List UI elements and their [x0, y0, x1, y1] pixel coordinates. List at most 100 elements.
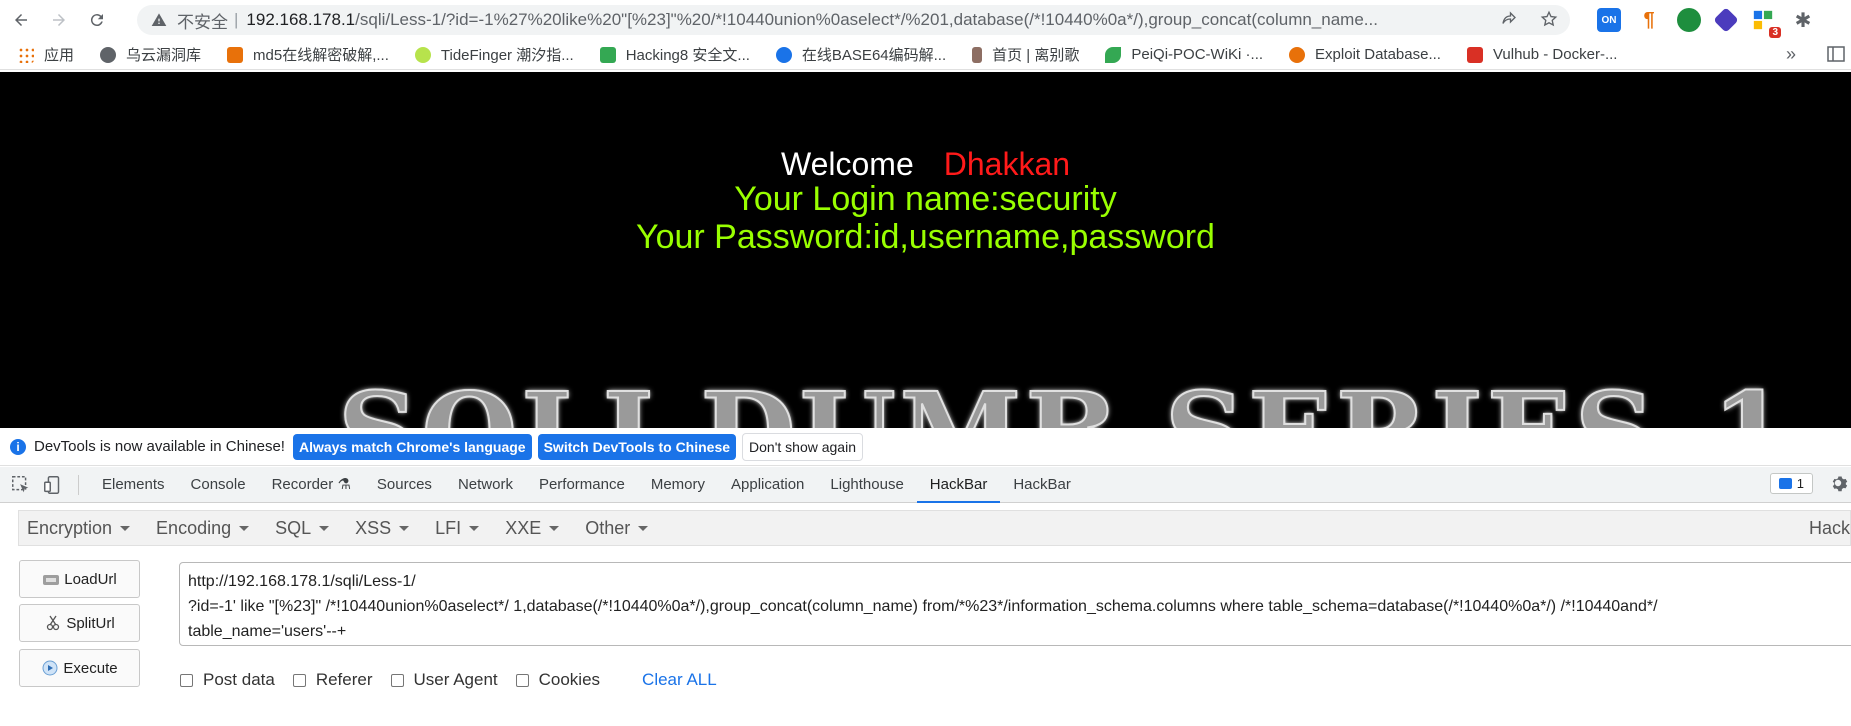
share-icon[interactable] — [1500, 10, 1518, 28]
extension-badge: 3 — [1769, 27, 1781, 38]
bookmark-label: TideFinger 潮汐指... — [440, 47, 574, 64]
user-agent-option[interactable]: User Agent — [390, 670, 498, 690]
dont-show-again-button[interactable]: Don't show again — [742, 432, 863, 461]
post-data-checkbox[interactable] — [180, 673, 193, 687]
star-icon[interactable] — [1540, 10, 1558, 28]
menu-xxe[interactable]: XXE — [505, 518, 560, 539]
hacking8-site-icon — [599, 46, 616, 63]
post-data-option[interactable]: Post data — [180, 670, 275, 690]
url-line: http://192.168.178.1/sqli/Less-1/ — [188, 573, 416, 590]
more-bookmarks-chevron-icon[interactable]: » — [1786, 44, 1796, 65]
omnibox[interactable]: 不安全 | 192.168.178.1/sqli/Less-1/?id=-1%2… — [137, 5, 1570, 35]
url-path: /sqli/Less-1/?id=-1%27%20like%20"[%23]"%… — [355, 10, 1378, 29]
execute-label: Execute — [63, 659, 118, 677]
url-textarea[interactable]: http://192.168.178.1/sqli/Less-1/ ?id=-1… — [179, 562, 1851, 646]
issues-counter[interactable]: 1 — [1769, 472, 1813, 494]
referer-checkbox[interactable] — [292, 673, 306, 687]
purple-diamond-extension-icon[interactable] — [1713, 7, 1739, 33]
menu-other[interactable]: Other — [585, 518, 649, 539]
reload-button[interactable] — [80, 3, 114, 37]
menu-label: LFI — [435, 517, 462, 538]
bookmark-item[interactable]: 乌云漏洞库 — [100, 44, 201, 65]
reading-list-icon[interactable] — [1827, 46, 1845, 62]
welcome-line: Welcome Dhakkan — [0, 146, 1851, 183]
device-toolbar-icon[interactable] — [42, 474, 64, 496]
menu-label: XSS — [355, 517, 392, 538]
menu-label: Encryption — [27, 517, 113, 538]
tab-lighthouse[interactable]: Lighthouse — [817, 467, 916, 503]
execute-button[interactable]: Execute — [19, 649, 140, 687]
tab-application[interactable]: Application — [718, 467, 817, 503]
info-icon: i — [10, 438, 26, 455]
bookmarks-bar: 应用 乌云漏洞库 md5在线解密破解,... TideFinger 潮汐指...… — [0, 40, 1851, 70]
bookmark-label: 在线BASE64编码解... — [801, 47, 947, 64]
tab-memory[interactable]: Memory — [638, 467, 718, 503]
bookmark-item[interactable]: Vulhub - Docker-... — [1466, 46, 1617, 63]
cookies-checkbox[interactable] — [515, 673, 529, 687]
password-text: Your Password:id,username,password — [636, 218, 1215, 256]
tab-recorder-label: Recorder — [271, 475, 334, 493]
tab-network[interactable]: Network — [445, 467, 526, 503]
play-icon — [42, 660, 58, 676]
menu-xss[interactable]: XSS — [355, 517, 410, 539]
bookmark-label: 应用 — [44, 47, 75, 64]
message-icon — [1778, 477, 1792, 489]
exploit-db-icon — [1289, 46, 1306, 63]
tab-recorder[interactable]: Recorder ⚗ — [259, 467, 364, 503]
user-agent-checkbox[interactable] — [390, 673, 404, 687]
bookmark-item[interactable]: 在线BASE64编码解... — [775, 44, 947, 65]
blocks-extension-icon[interactable]: 3 — [1751, 8, 1781, 38]
scissors-icon — [47, 615, 60, 631]
bookmark-item[interactable]: PeiQi-POC-WiKi ·... — [1105, 46, 1263, 63]
menu-hack-truncated[interactable]: Hack — [1809, 518, 1850, 539]
url-line: ?id=-1' like "[%23]" /*!10440union%0asel… — [188, 598, 1658, 615]
menu-encryption[interactable]: Encryption — [27, 517, 131, 539]
url-text[interactable]: 192.168.178.1/sqli/Less-1/?id=-1%27%20li… — [246, 10, 1546, 30]
bookmark-item[interactable]: Exploit Database... — [1289, 46, 1441, 63]
back-button[interactable] — [4, 3, 38, 37]
forward-button[interactable] — [42, 3, 76, 37]
toolbar-divider — [78, 474, 79, 495]
gear-icon[interactable] — [1827, 472, 1849, 494]
green-globe-extension-icon[interactable] — [1677, 8, 1701, 32]
caret-down-icon — [469, 525, 480, 531]
menu-label: SQL — [275, 517, 312, 538]
bookmark-item[interactable]: 首页 | 离别歌 — [972, 44, 1079, 65]
inspect-element-icon[interactable] — [10, 474, 32, 496]
menu-label: Encoding — [156, 517, 232, 538]
plant-site-icon — [972, 46, 983, 63]
security-indicator[interactable]: 不安全 — [151, 8, 228, 33]
flask-icon: ⚗ — [337, 475, 351, 493]
bookmark-apps[interactable]: 应用 — [18, 44, 74, 65]
option-label: User Agent — [413, 670, 498, 689]
split-url-button[interactable]: SplitUrl — [19, 604, 140, 642]
pilcrow-extension-icon[interactable]: ¶ — [1637, 8, 1661, 32]
tab-console[interactable]: Console — [178, 467, 259, 503]
tab-hackbar-active[interactable]: HackBar — [916, 467, 1001, 503]
tab-performance[interactable]: Performance — [526, 467, 638, 503]
warning-icon — [151, 13, 167, 26]
switch-devtools-chinese-button[interactable]: Switch DevTools to Chinese — [537, 433, 737, 460]
sqli-dumb-series-banner: SQLI DUMB SERIES-1 — [337, 367, 1792, 428]
menu-lfi[interactable]: LFI — [435, 517, 480, 539]
menu-sql[interactable]: SQL — [275, 517, 330, 539]
arrow-right-icon — [53, 14, 65, 26]
cookies-option[interactable]: Cookies — [515, 670, 600, 690]
clear-all-link[interactable]: Clear ALL — [642, 670, 717, 690]
tab-elements[interactable]: Elements — [89, 467, 178, 503]
always-match-language-button[interactable]: Always match Chrome's language — [292, 433, 532, 460]
menu-encoding[interactable]: Encoding — [156, 517, 250, 539]
bookmark-item[interactable]: TideFinger 潮汐指... — [414, 44, 574, 65]
bookmark-label: PeiQi-POC-WiKi ·... — [1131, 46, 1264, 63]
tab-sources[interactable]: Sources — [364, 467, 445, 503]
tab-hackbar-2[interactable]: HackBar — [1000, 467, 1084, 503]
load-url-button[interactable]: LoadUrl — [19, 560, 140, 598]
referer-option[interactable]: Referer — [292, 670, 373, 690]
bookmark-item[interactable]: Hacking8 安全文... — [599, 44, 750, 65]
caret-down-icon — [638, 525, 649, 531]
puzzle-icon[interactable]: ✱ — [1791, 8, 1815, 32]
bookmark-item[interactable]: md5在线解密破解,... — [227, 44, 389, 65]
welcome-text: Welcome — [780, 146, 914, 182]
hackbar-on-extension-icon[interactable]: ON — [1597, 8, 1621, 32]
vulhub-site-icon — [1466, 46, 1483, 63]
